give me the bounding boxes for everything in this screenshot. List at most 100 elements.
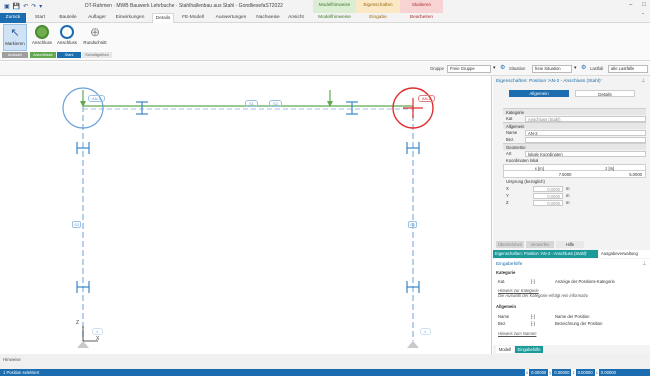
uz-label: Z — [506, 200, 509, 205]
support-label-left[interactable]: A — [92, 328, 103, 335]
verwerfen-button[interactable]: Verwerfen — [526, 241, 554, 248]
undo-icon[interactable]: ↶ — [23, 3, 28, 10]
unit-m: m — [566, 193, 570, 198]
hilfe-button[interactable]: Hilfe — [556, 241, 584, 248]
bez-field[interactable] — [525, 136, 646, 143]
ctx-subtab-modellhinweise[interactable]: Modellhinweise — [313, 13, 356, 23]
hilfe-name-hint-link[interactable]: Hinweis zum Namen — [498, 331, 536, 336]
structure-drawing[interactable] — [0, 76, 492, 354]
hilfe-kat-hint: Die Auswahl der Kategorie erfolgt rein i… — [498, 293, 589, 298]
status-bar: 1 Position selektiert x 0.00000 y 0.0000… — [0, 369, 650, 376]
eingabehilfe-panel: Eingabehilfe ⊥ Kategorie Kat. [-] Anzeig… — [493, 259, 650, 345]
ux-field[interactable]: 0.0000 — [533, 185, 563, 192]
section-kategorie[interactable]: Kategorie — [503, 108, 646, 115]
node-label-an1[interactable]: AN-1 — [88, 95, 106, 102]
redo-icon[interactable]: ↷ — [31, 3, 36, 10]
ribbon-collapse-icon[interactable]: ˆ — [642, 14, 644, 20]
lastfall-select[interactable]: alle Lastfälle — [608, 65, 648, 73]
section-geometrie[interactable]: Geometrie — [503, 143, 646, 150]
tab-eingabehilfe[interactable]: Eingabehilfe — [515, 346, 543, 353]
filter-icon[interactable]: ⚙ — [581, 64, 586, 71]
minimize-icon[interactable]: – — [629, 2, 632, 8]
ribbon-tabs: Zurück Start Bauteile Auflager Einwirkun… — [0, 13, 650, 23]
pin-icon[interactable]: ⊥ — [642, 261, 646, 267]
member-label-s2[interactable]: S2 — [269, 100, 282, 107]
chevron-down-icon[interactable]: ▾ — [493, 65, 496, 71]
uy-label: Y — [506, 193, 509, 198]
properties-panel: Eigenschaften: Position 'AN-2 - Anschlus… — [493, 76, 650, 354]
cursor-icon: ↖ — [10, 27, 20, 39]
tab-zurueck[interactable]: Zurück — [0, 13, 26, 23]
save-icon[interactable]: 💾 — [13, 3, 20, 10]
ux-label: X — [506, 186, 509, 191]
tab-auswertungen[interactable]: Auswertungen — [212, 13, 250, 23]
tab-fe-modell[interactable]: FE-Modell — [178, 13, 208, 23]
uebernehmen-button[interactable]: Übernehmen — [496, 241, 524, 248]
filter-icon[interactable]: ⚙ — [500, 64, 505, 71]
app-icon[interactable]: ▣ — [4, 3, 10, 10]
node-label-an2[interactable]: AN-2 — [418, 95, 436, 102]
eingabehilfe-title: Eingabehilfe — [496, 262, 523, 267]
filter-toolbar: Gruppe Freie Gruppe ▾ ⚙ Situation freie … — [0, 62, 650, 76]
support-label-right[interactable]: A — [420, 328, 431, 335]
koord-label: Koordinaten lokal — [506, 158, 539, 163]
unit-m: m — [566, 200, 570, 205]
ursprung-label: Ursprung (bezüglich) — [506, 179, 545, 184]
tab-nachweise[interactable]: Nachweise — [254, 13, 282, 23]
quick-access-toolbar: ▣ 💾 ↶ ↷ ▾ — [4, 2, 42, 11]
tab-allgemein[interactable]: Allgemein — [509, 90, 569, 97]
row-ux: X 0.0000 m — [503, 185, 646, 192]
section-marks — [76, 101, 420, 293]
z-value-field[interactable]: 5.0000 — [575, 171, 646, 177]
situation-label: Situation — [509, 66, 526, 71]
anschluss-button-1[interactable]: Anschluss — [30, 24, 54, 50]
maximize-icon[interactable]: □ — [642, 2, 646, 8]
section-allgemein[interactable]: Allgemein — [503, 122, 646, 129]
ctx-tab-modellhinweise: Modellhinweise — [313, 0, 356, 13]
chevron-down-icon[interactable]: ▾ — [574, 65, 577, 71]
member-label-right[interactable]: S3 — [408, 221, 417, 228]
group-schnittgroessen: Schnittgrößen — [82, 52, 112, 58]
tab-einwirkungen[interactable]: Einwirkungen — [113, 13, 147, 23]
anschluss-button-2[interactable]: Anschluss — [55, 24, 79, 50]
group-anschluesse: Anschlüsse — [30, 52, 56, 58]
rundschnitt-button[interactable]: ⊕ Rundschnitt — [80, 24, 110, 50]
tab-eigenschaften-lower[interactable]: Eigenschaften: Position 'AN-2 - Anschlus… — [493, 250, 598, 258]
tab-modell[interactable]: Modell — [496, 346, 514, 353]
properties-title: Eigenschaften: Position 'AN-2 - Anschlus… — [496, 79, 602, 84]
ctx-subtab-eingabe[interactable]: Eingabe — [356, 13, 400, 23]
name-field[interactable]: AN-2 — [525, 129, 646, 136]
markieren-button[interactable]: ↖ Markieren — [3, 24, 27, 51]
steel-connection-icon — [60, 25, 74, 39]
x-value-field[interactable]: 7.5000 — [504, 171, 575, 177]
coord-z-value: 0.00000 — [577, 370, 593, 375]
tab-start[interactable]: Start — [30, 13, 50, 23]
uz-field[interactable]: 0.0000 — [533, 199, 563, 206]
art-select[interactable]: lokale Koordinaten — [525, 150, 646, 157]
section-cut-icon: ⊕ — [89, 25, 101, 39]
hinweise-label[interactable]: Hinweise — [3, 357, 21, 362]
tab-auflager[interactable]: Auflager — [84, 13, 110, 23]
coord-y-value: 0.00000 — [554, 370, 570, 375]
tab-details-prop[interactable]: Details — [575, 90, 635, 97]
gruppe-select[interactable]: Freie Gruppe — [447, 65, 491, 73]
member-label-left[interactable]: S3 — [72, 221, 81, 228]
member-label-s1[interactable]: S1 — [245, 100, 258, 107]
hilfe-name-label: Name — [498, 314, 510, 319]
tab-details[interactable]: Details — [152, 13, 174, 23]
koord-header: x [m] z [m] — [503, 164, 646, 171]
tab-ausgabeverwaltung[interactable]: Ausgabeverwaltung — [599, 250, 650, 258]
anschluss-label-1: Anschluss — [31, 40, 52, 45]
uy-field[interactable]: 0.0000 — [533, 192, 563, 199]
koord-values: 7.5000 5.0000 — [503, 171, 646, 178]
hilfe-kat-desc: Anzeige der Positions-Kategorie — [555, 279, 615, 284]
tab-bauteile[interactable]: Bauteile — [55, 13, 81, 23]
row-uy: Y 0.0000 m — [503, 192, 646, 199]
ctx-subtab-bearbeiten[interactable]: Bearbeiten — [400, 13, 443, 23]
model-canvas[interactable]: AN-1 AN-2 S1 S2 S3 S3 A A Z X — [0, 76, 492, 354]
row-kat: Kat Anschluss (Stahl) — [503, 115, 646, 122]
tab-ansicht[interactable]: Ansicht — [285, 13, 307, 23]
situation-select[interactable]: freie Situation — [532, 65, 572, 73]
dropdown-icon[interactable]: ▾ — [39, 3, 42, 10]
pin-icon[interactable]: ⊥ — [641, 78, 645, 84]
